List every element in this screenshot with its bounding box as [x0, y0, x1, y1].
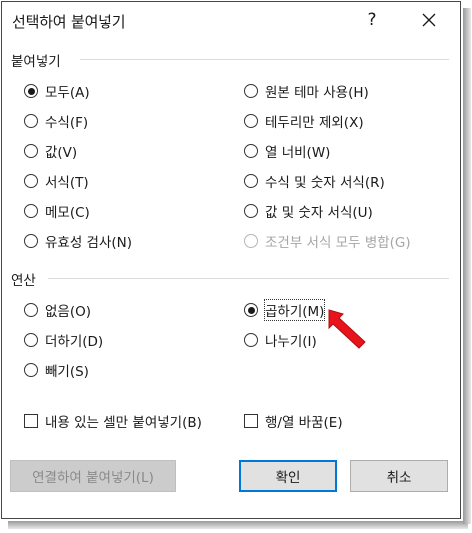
- radio-icon: [24, 303, 38, 317]
- radio-icon: [244, 174, 258, 188]
- radio-icon: [24, 363, 38, 377]
- paste-option-formulas-number-formats[interactable]: 수식 및 숫자 서식(R): [244, 170, 385, 192]
- radio-icon: [244, 234, 258, 248]
- paste-option-formats[interactable]: 서식(T): [24, 170, 89, 192]
- radio-icon: [244, 333, 258, 347]
- paste-option-merge-conditional-formatting: 조건부 서식 모두 병합(G): [244, 230, 411, 252]
- paste-option-values[interactable]: 값(V): [24, 140, 77, 162]
- dialog-title: 선택하여 붙여넣기: [12, 13, 126, 31]
- radio-icon: [24, 114, 38, 128]
- radio-icon: [24, 174, 38, 188]
- operation-option-divide[interactable]: 나누기(I): [244, 329, 317, 351]
- radio-icon: [244, 84, 258, 98]
- operation-option-multiply[interactable]: 곱하기(M): [244, 299, 326, 321]
- paste-group-divider: [80, 59, 449, 60]
- paste-option-validation[interactable]: 유효성 검사(N): [24, 230, 132, 252]
- radio-icon: [24, 333, 38, 347]
- paste-option-column-widths[interactable]: 열 너비(W): [244, 140, 330, 162]
- radio-icon: [24, 144, 38, 158]
- cancel-button[interactable]: 취소: [350, 460, 448, 492]
- operation-group-label: 연산: [11, 273, 36, 289]
- checkbox-icon: [24, 414, 38, 428]
- paste-option-formulas[interactable]: 수식(F): [24, 110, 88, 132]
- radio-selected-icon: [24, 84, 38, 98]
- paste-option-comments[interactable]: 메모(C): [24, 200, 90, 222]
- paste-option-source-theme[interactable]: 원본 테마 사용(H): [244, 80, 369, 102]
- radio-icon: [24, 234, 38, 248]
- skip-blanks-checkbox[interactable]: 내용 있는 셀만 붙여넣기(B): [24, 410, 202, 432]
- radio-icon: [244, 144, 258, 158]
- radio-selected-icon: [244, 303, 258, 317]
- radio-icon: [24, 204, 38, 218]
- close-icon: [422, 13, 436, 27]
- paste-option-values-number-formats[interactable]: 값 및 숫자 서식(U): [244, 200, 373, 222]
- help-button[interactable]: ?: [358, 6, 386, 34]
- close-button[interactable]: [415, 6, 443, 34]
- radio-icon: [244, 114, 258, 128]
- transpose-checkbox[interactable]: 행/열 바꿈(E): [244, 410, 343, 432]
- operation-option-subtract[interactable]: 빼기(S): [24, 359, 89, 381]
- window-shadow-right: [463, 8, 471, 524]
- paste-special-dialog: 선택하여 붙여넣기 ? 붙여넣기 모두(A) 수식(F) 값(V) 서식(T) …: [1, 1, 461, 519]
- operation-option-none[interactable]: 없음(O): [24, 299, 91, 321]
- paste-group-label: 붙여넣기: [11, 54, 61, 70]
- paste-option-all[interactable]: 모두(A): [24, 80, 90, 102]
- ok-button[interactable]: 확인: [239, 460, 337, 492]
- operation-option-add[interactable]: 더하기(D): [24, 329, 103, 351]
- operation-group-divider: [48, 278, 449, 279]
- paste-option-except-borders[interactable]: 테두리만 제외(X): [244, 110, 364, 132]
- paste-link-button: 연결하여 붙여넣기(L): [10, 460, 176, 492]
- window-shadow-bottom: [8, 521, 468, 529]
- red-arrow-annotation: [328, 309, 366, 349]
- radio-icon: [244, 204, 258, 218]
- checkbox-icon: [244, 414, 258, 428]
